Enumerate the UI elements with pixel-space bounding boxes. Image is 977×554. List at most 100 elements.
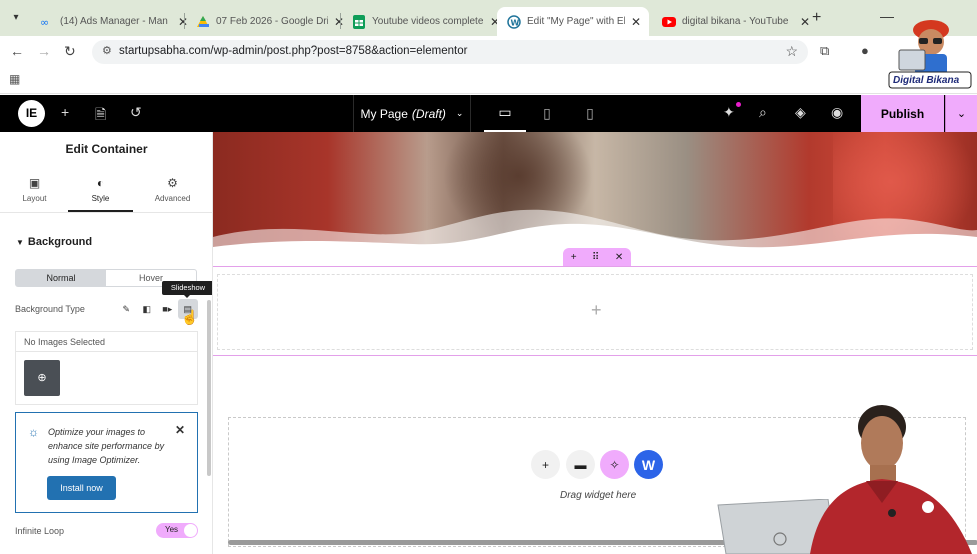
video-icon[interactable]: ■▸	[157, 299, 178, 319]
contrast-icon: ◐	[96, 176, 105, 190]
browser-tab-strip: ▾ ∞ (14) Ads Manager - Man ✕ 07 Feb 2026…	[0, 0, 977, 36]
add-images-button[interactable]: ⊕	[24, 360, 60, 396]
edit-container-panel: Edit Container ▣ Layout ◐ Style ⚙ Advanc…	[0, 132, 213, 554]
page-title-dropdown[interactable]: My Page (Draft) ⌄	[353, 95, 471, 132]
tab-title: (14) Ads Manager - Man	[60, 16, 168, 27]
tab-title: digital bikana - YouTube	[682, 16, 789, 27]
mouse-cursor-icon: ☝	[181, 309, 199, 325]
divider	[16, 351, 197, 352]
browser-tab[interactable]: Youtube videos complete ✕	[342, 7, 508, 36]
wordpress-icon: W	[507, 14, 521, 29]
omnibox[interactable]: ⚙ startupsabha.com/wp-admin/post.php?pos…	[92, 40, 808, 64]
address-bar-row: ← → ↻ ⚙ startupsabha.com/wp-admin/post.p…	[0, 36, 977, 66]
infinite-loop-toggle[interactable]: Yes	[156, 523, 198, 538]
tab-style[interactable]: ◐ Style	[68, 176, 133, 212]
gallery-control: No Images Selected ⊕	[15, 331, 198, 405]
layout-icon: ▣	[28, 176, 41, 190]
tab-label: Advanced	[154, 194, 191, 203]
apps-grid-icon[interactable]: ▦	[9, 72, 20, 86]
drag-handle-icon[interactable]: ⠿	[592, 252, 599, 263]
plus-circle-icon: ⊕	[37, 372, 47, 384]
infinite-loop-label: Infinite Loop	[15, 526, 65, 536]
browser-tab[interactable]: ∞ (14) Ads Manager - Man ✕	[30, 7, 196, 36]
lightbulb-icon: ☼	[28, 425, 39, 439]
panel-title: Edit Container	[65, 142, 148, 156]
bookmarks-bar: ▦	[0, 66, 977, 94]
tab-label: Layout	[22, 194, 47, 203]
slideshow-tooltip: Slideshow	[162, 281, 212, 298]
presenter-webcam	[800, 395, 977, 554]
tab-title: Edit "My Page" with Elem	[527, 16, 625, 27]
tab-separator	[184, 13, 185, 29]
desktop-view-icon[interactable]: ▭	[484, 95, 526, 132]
structure-layers-icon[interactable]: ◈	[795, 104, 806, 121]
background-section-toggle[interactable]: ▼ Background	[16, 236, 92, 248]
add-icon[interactable]: +	[571, 252, 577, 263]
channel-logo-text: Digital Bikana	[893, 75, 960, 86]
url-text[interactable]: startupsabha.com/wp-admin/post.php?post=…	[119, 45, 467, 57]
tablet-view-icon[interactable]: ▯	[526, 95, 568, 132]
preview-eye-icon[interactable]: ◉	[831, 104, 843, 121]
notification-dot	[736, 102, 741, 107]
tab-advanced[interactable]: ⚙ Advanced	[140, 176, 205, 212]
notice-text: Optimize your images to enhance site per…	[48, 427, 165, 465]
caret-down-icon: ▼	[16, 238, 24, 247]
browser-tab[interactable]: digital bikana - YouTube ✕	[652, 7, 818, 36]
profile-extension-icon[interactable]: ●	[861, 43, 869, 58]
tab-title: 07 Feb 2026 - Google Dri	[216, 16, 328, 27]
selection-outline	[213, 355, 977, 356]
publish-options-chevron-icon[interactable]: ⌄	[945, 95, 977, 132]
add-element-icon[interactable]: +	[61, 104, 69, 120]
reload-icon[interactable]: ↻	[64, 43, 76, 60]
delete-icon[interactable]: ✕	[615, 252, 623, 263]
elementor-top-bar: IE + 🗎 ↺ My Page (Draft) ⌄ ▭ ▯ ▯ ✦ ⌕ ◈ ◉…	[0, 95, 977, 132]
toggle-value: Yes	[165, 525, 179, 534]
page-status: (Draft)	[411, 106, 446, 121]
meta-icon: ∞	[40, 15, 54, 29]
publish-button[interactable]: Publish	[861, 95, 944, 132]
drag-widget-hint: Drag widget here	[560, 490, 637, 501]
normal-state-tab[interactable]: Normal	[16, 270, 106, 286]
svg-text:W: W	[511, 18, 520, 27]
toggle-knob	[184, 524, 197, 537]
close-icon[interactable]: ✕	[175, 423, 185, 437]
panel-scrollbar[interactable]	[207, 300, 211, 476]
container-handle[interactable]: + ⠿ ✕	[563, 248, 631, 266]
tab-layout[interactable]: ▣ Layout	[2, 176, 67, 212]
add-widget-icon[interactable]: +	[591, 300, 602, 321]
gradient-icon[interactable]: ◧	[137, 299, 158, 319]
site-info-icon[interactable]: ⚙	[102, 44, 112, 57]
wordpress-icon[interactable]: W	[634, 450, 663, 479]
bookmark-star-icon[interactable]: ☆	[785, 43, 798, 60]
classic-brush-icon[interactable]: ✎	[116, 299, 137, 319]
back-icon[interactable]: ←	[10, 43, 24, 59]
image-optimizer-notice: ☼ Optimize your images to enhance site p…	[15, 412, 198, 513]
page-title: My Page	[360, 106, 408, 121]
mobile-view-icon[interactable]: ▯	[569, 95, 611, 132]
channel-logo-sticker: Digital Bikana	[885, 12, 975, 92]
page-settings-icon[interactable]: 🗎	[95, 104, 106, 128]
new-tab-icon[interactable]: +	[812, 9, 821, 27]
history-icon[interactable]: ↺	[130, 104, 142, 121]
close-icon[interactable]: ✕	[800, 15, 810, 29]
browser-tab-active[interactable]: W Edit "My Page" with Elem ✕	[497, 7, 649, 36]
elementor-logo-icon[interactable]: IE	[18, 100, 45, 127]
search-icon[interactable]: ⌕	[759, 104, 767, 121]
browser-tab[interactable]: 07 Feb 2026 - Google Dri ✕	[186, 7, 352, 36]
google-sheets-icon	[352, 14, 366, 29]
notifications-icon[interactable]: ✦	[723, 104, 735, 121]
no-images-label: No Images Selected	[24, 337, 106, 347]
background-type-label: Background Type	[15, 304, 85, 314]
install-now-button[interactable]: Install now	[47, 476, 116, 500]
svg-text:∞: ∞	[40, 16, 49, 29]
tab-search-icon[interactable]: ▾	[6, 8, 26, 28]
section-title: Background	[27, 236, 93, 248]
gear-icon: ⚙	[167, 176, 178, 190]
add-section-icon[interactable]: +	[531, 450, 560, 479]
forward-icon[interactable]: →	[37, 43, 51, 59]
ai-sparkle-icon[interactable]: ✧	[600, 450, 629, 479]
close-icon[interactable]: ✕	[631, 15, 641, 29]
extensions-icon[interactable]: ⧉	[820, 43, 829, 59]
tabs-divider	[0, 212, 212, 213]
template-library-icon[interactable]: ▬	[566, 450, 595, 479]
